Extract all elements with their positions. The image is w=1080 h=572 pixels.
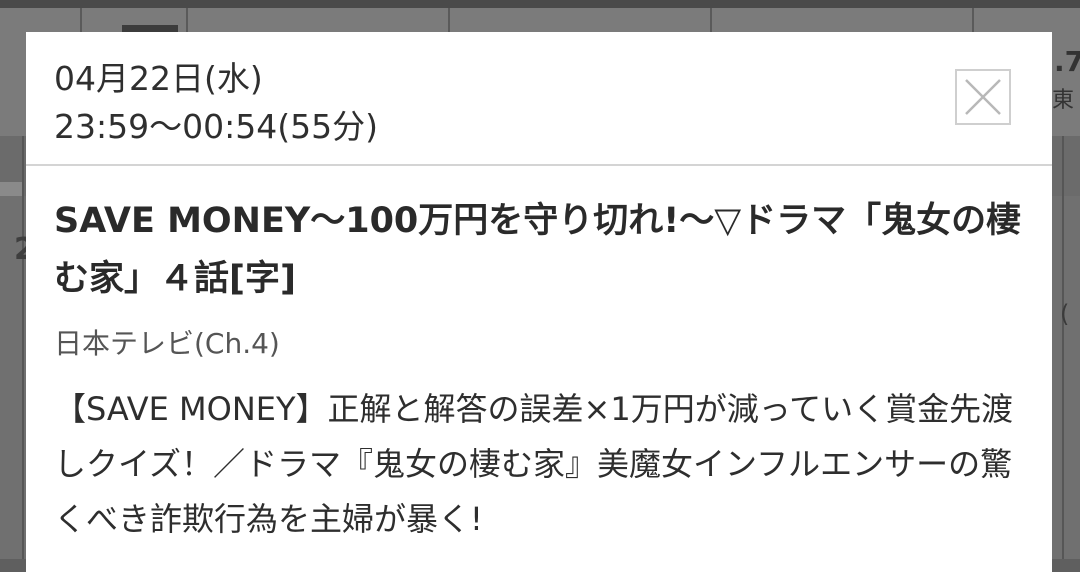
program-detail-dialog: 04月22日(水) 23:59〜00:54(55分) SAVE MONEY〜10… xyxy=(26,32,1052,572)
broadcast-date: 04月22日(水) xyxy=(54,59,263,98)
dialog-header: 04月22日(水) 23:59〜00:54(55分) xyxy=(26,32,1052,166)
close-icon xyxy=(965,79,1001,115)
background-channel-number: .7 xyxy=(1054,45,1080,78)
broadcast-time: 23:59〜00:54(55分) xyxy=(54,107,378,146)
close-button[interactable] xyxy=(955,69,1011,125)
background-channel-name: 東 xyxy=(1052,88,1075,113)
program-description: 【SAVE MONEY】正解と解答の誤差×1万円が減っていく賞金先渡しクイズ！／… xyxy=(54,390,1014,538)
program-title: SAVE MONEY〜100万円を守り切れ!〜▽ドラマ「鬼女の棲む家」４話[字] xyxy=(54,201,1022,299)
background-row-divider xyxy=(22,136,24,559)
channel-name: 日本テレビ(Ch.4) xyxy=(54,327,280,360)
background-row-marker xyxy=(0,182,24,196)
background-program-text: ( xyxy=(1060,300,1070,328)
background-top-bar xyxy=(0,0,1080,8)
background-row-divider xyxy=(1062,136,1064,559)
